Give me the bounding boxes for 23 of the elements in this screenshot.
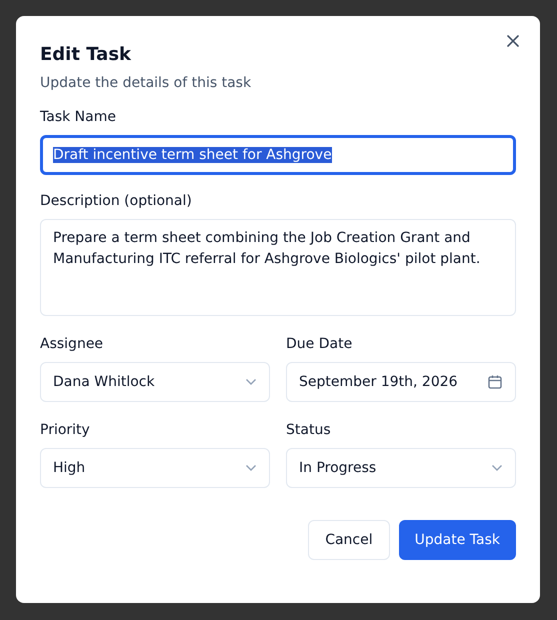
select-field[interactable]: Dana Whitlock [40,362,270,402]
field-label: Assignee [40,336,104,352]
chevron-down-icon [245,464,257,472]
field-label: Description (optional) [40,193,193,209]
text-area[interactable]: Prepare a term sheet combining the Job Creation Grant and Manufacturing ITC referral for Ashgrove Biologics' pilot plant. [40,219,516,316]
calendar-icon [487,374,503,390]
chevron-down-icon [491,464,503,472]
close-icon [506,34,520,48]
chevron-down-icon [245,378,257,386]
field-label: Priority [40,422,91,438]
cancel-button[interactable]: Cancel [308,520,390,560]
update-button[interactable]: Update Task [398,520,516,560]
dialog-title: Edit Task [40,44,132,65]
selected-text: Draft incentive term sheet for Ashgrove [53,147,332,163]
select-field[interactable]: In Progress [286,448,516,488]
field-label: Status [286,422,332,438]
date-picker[interactable]: September 19th, 2026 [286,362,516,402]
field-label: Due Date [286,336,354,352]
text-field[interactable]: Draft incentive term sheet for Ashgrove [40,135,516,175]
dialog-subtitle: Update the details of this task [40,75,252,91]
field-label: Task Name [40,109,117,125]
select-field[interactable]: High [40,448,270,488]
close-button[interactable] [504,32,522,50]
